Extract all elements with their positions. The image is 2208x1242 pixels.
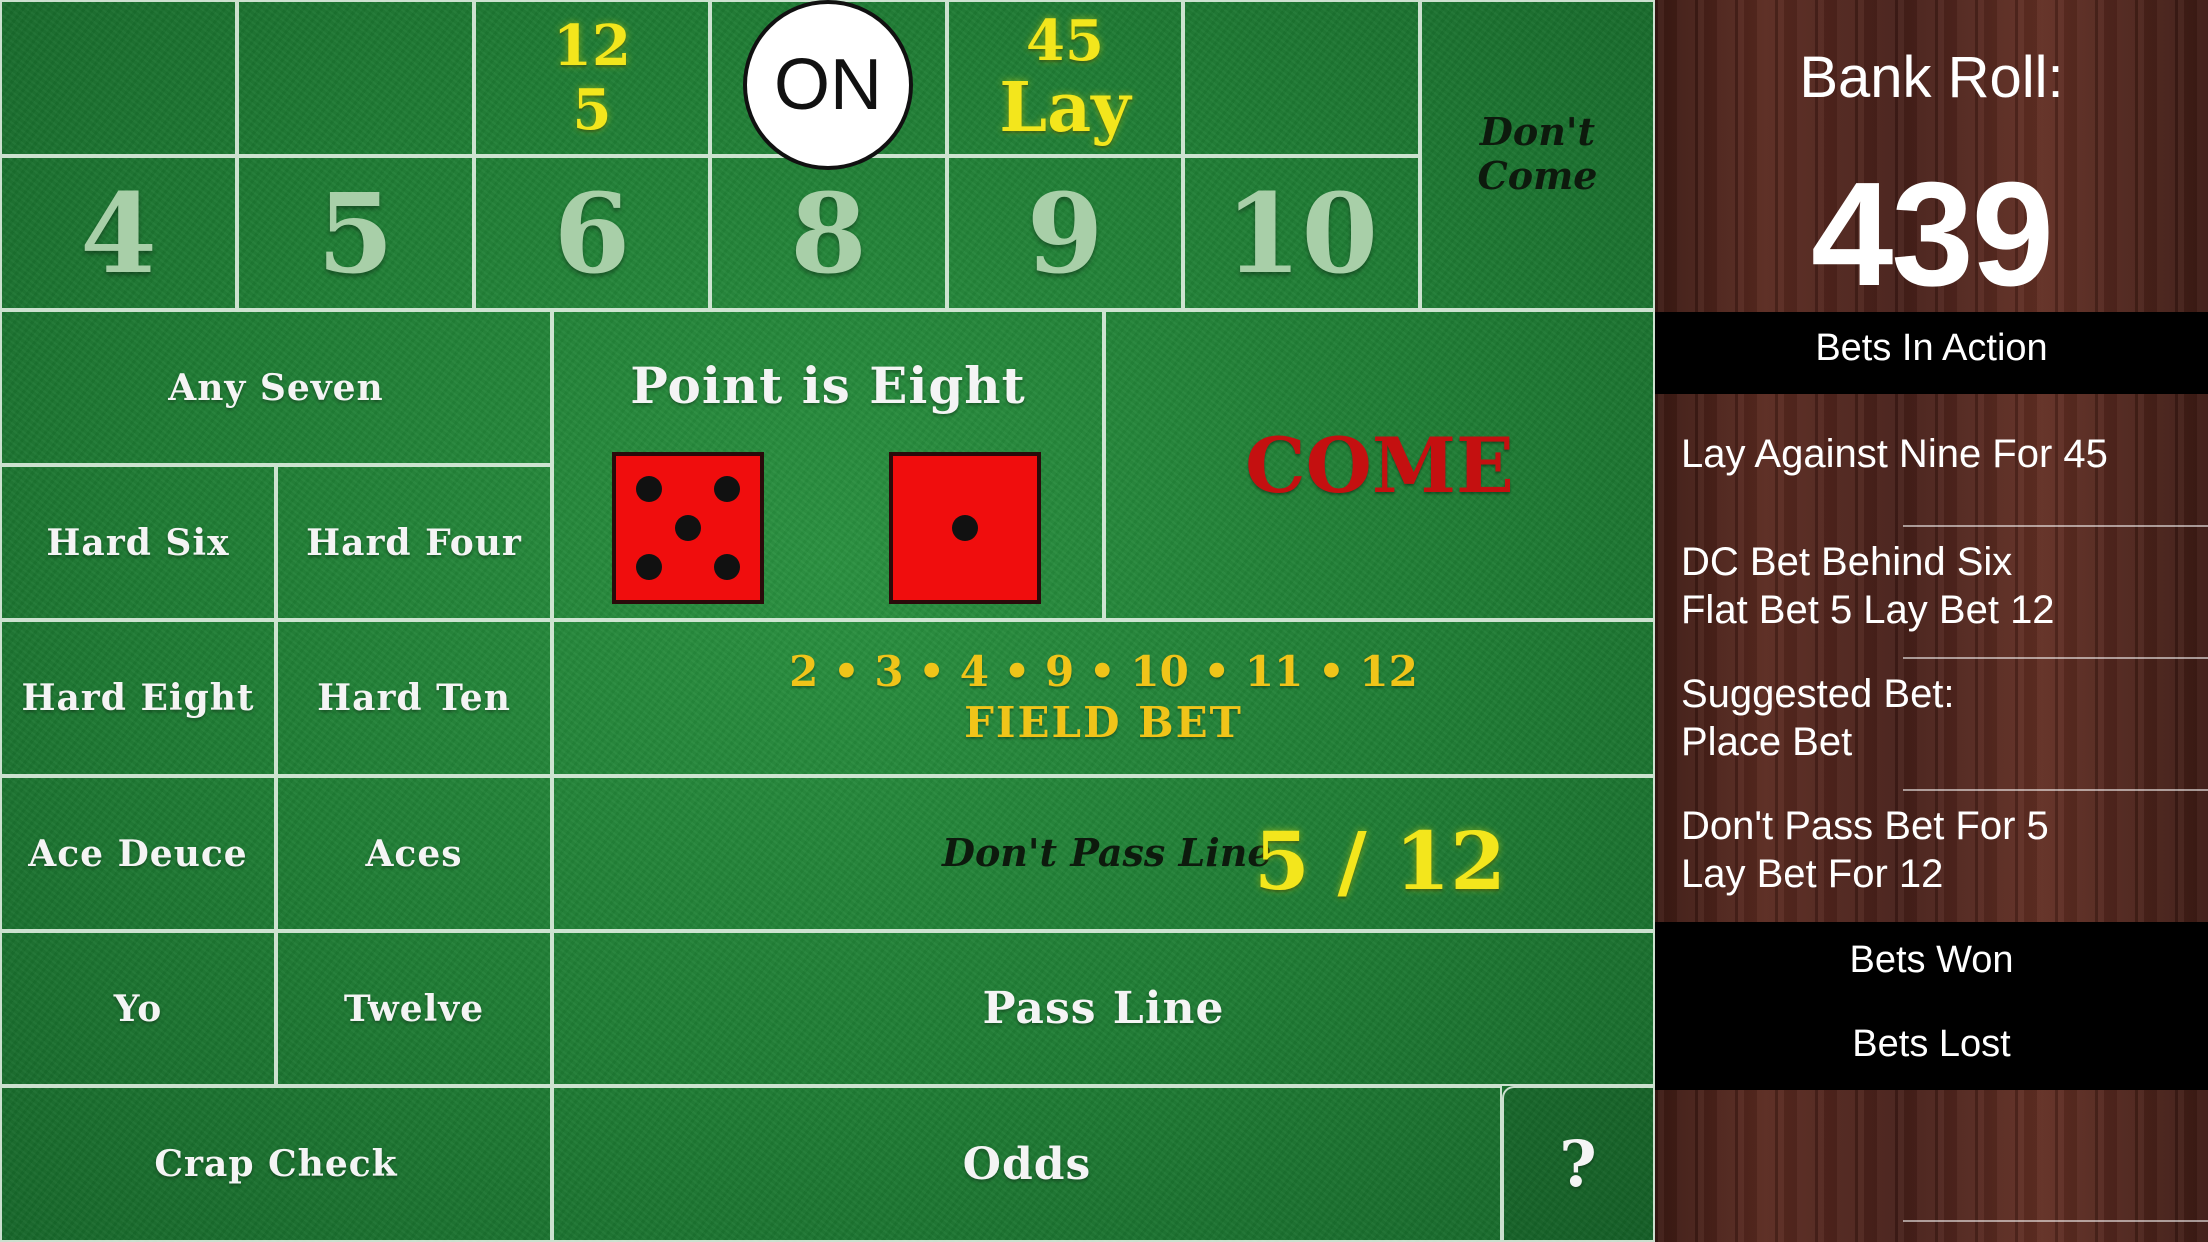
place-number-5[interactable]: 5 xyxy=(237,156,474,310)
aces-label: Aces xyxy=(365,832,463,875)
hard-six-bet[interactable]: Hard Six xyxy=(0,465,276,620)
pass-line-area[interactable]: Pass Line xyxy=(552,931,1655,1086)
divider xyxy=(1903,1220,2208,1222)
dont-pass-bet-amount: 5 / 12 xyxy=(1254,814,1506,908)
dont-pass-line-area[interactable]: Don't Pass Line 5 / 12 xyxy=(552,776,1655,931)
number-10-label: 10 xyxy=(1224,168,1379,298)
die-pip xyxy=(952,515,978,541)
bet-item-line: DC Bet Behind Six xyxy=(1681,540,2013,584)
hard-four-bet[interactable]: Hard Four xyxy=(276,465,552,620)
place-number-4[interactable]: 4 xyxy=(0,156,237,310)
place-5-bet-area[interactable] xyxy=(237,0,474,156)
crap-check-bet[interactable]: Crap Check xyxy=(0,1086,552,1242)
place-number-9[interactable]: 9 xyxy=(947,156,1183,310)
bankroll-value: 439 xyxy=(1811,152,2054,317)
place-6-bet-area[interactable]: 12 5 xyxy=(474,0,710,156)
come-label: COME xyxy=(1245,420,1514,510)
bet-item-line: Place Bet xyxy=(1681,720,1853,764)
sidebar: Bank Roll: 439 Bets In Action Lay Agains… xyxy=(1655,0,2208,1242)
bets-in-action-header: Bets In Action xyxy=(1655,312,2208,394)
odds-label: Odds xyxy=(962,1138,1092,1190)
number-5-label: 5 xyxy=(317,168,394,298)
number-9-label: 9 xyxy=(1026,168,1104,298)
number-4-label: 4 xyxy=(80,168,157,298)
twelve-bet[interactable]: Twelve xyxy=(276,931,552,1086)
suggested-bet: Suggested Bet: Place Bet xyxy=(1681,670,2191,766)
divider xyxy=(1903,789,2208,791)
bet-item-line: Lay Bet For 12 xyxy=(1681,852,1944,896)
die-2 xyxy=(889,452,1041,604)
number-6-label: 6 xyxy=(553,168,631,298)
bets-won-label: Bets Won xyxy=(1849,939,2014,981)
come-bet-area[interactable]: COME xyxy=(1104,310,1655,620)
dont-come-label: Don't Come xyxy=(1477,109,1598,198)
crap-check-label: Crap Check xyxy=(154,1143,398,1185)
twelve-label: Twelve xyxy=(343,987,485,1030)
bet-item-line: Don't Pass Bet For 5 xyxy=(1681,804,2049,848)
field-bet-area[interactable]: 2 • 3 • 4 • 9 • 10 • 11 • 12 FIELD BET xyxy=(552,620,1655,776)
any-seven-label: Any Seven xyxy=(168,366,384,409)
bet-item-line: Lay Against Nine For 45 xyxy=(1681,432,2108,476)
hard-eight-bet[interactable]: Hard Eight xyxy=(0,620,276,776)
dont-come-area[interactable]: Don't Come xyxy=(1420,0,1655,310)
help-button[interactable]: ? xyxy=(1502,1086,1655,1242)
bet-item: DC Bet Behind Six Flat Bet 5 Lay Bet 12 xyxy=(1681,538,2191,634)
place-number-10[interactable]: 10 xyxy=(1183,156,1420,310)
hard-six-label: Hard Six xyxy=(46,521,230,564)
die-pip xyxy=(636,554,662,580)
divider xyxy=(1903,525,2208,527)
yo-label: Yo xyxy=(113,987,163,1030)
bankroll-label: Bank Roll: xyxy=(1799,45,2064,110)
bet-item-line: Flat Bet 5 Lay Bet 12 xyxy=(1681,588,2055,632)
die-pip xyxy=(636,476,662,502)
place-number-8[interactable]: 8 xyxy=(710,156,947,310)
ace-deuce-bet[interactable]: Ace Deuce xyxy=(0,776,276,931)
point-puck: ON xyxy=(743,0,913,170)
field-numbers: 2 • 3 • 4 • 9 • 10 • 11 • 12 xyxy=(789,647,1418,696)
place-6-bet-amount: 12 xyxy=(553,13,631,79)
bets-lost-label: Bets Lost xyxy=(1852,1023,2011,1065)
bet-item-line: Suggested Bet: xyxy=(1681,672,1955,716)
place-6-flat-amount: 5 xyxy=(572,77,612,143)
die-pip xyxy=(714,476,740,502)
place-4-bet-area[interactable] xyxy=(0,0,237,156)
bet-item: Don't Pass Bet For 5 Lay Bet For 12 xyxy=(1681,802,2191,898)
aces-bet[interactable]: Aces xyxy=(276,776,552,931)
place-9-bet-area[interactable]: 45 Lay xyxy=(947,0,1183,156)
puck-label: ON xyxy=(774,45,882,125)
hard-ten-label: Hard Ten xyxy=(317,677,511,719)
ace-deuce-label: Ace Deuce xyxy=(28,832,248,875)
place-number-6[interactable]: 6 xyxy=(474,156,710,310)
yo-bet[interactable]: Yo xyxy=(0,931,276,1086)
die-pip xyxy=(714,554,740,580)
odds-bet-area[interactable]: Odds xyxy=(552,1086,1502,1242)
point-text: Point is Eight xyxy=(630,356,1026,415)
die-1 xyxy=(612,452,764,604)
pass-line-label: Pass Line xyxy=(982,983,1225,1034)
place-10-bet-area[interactable] xyxy=(1183,0,1420,156)
bet-item: Lay Against Nine For 45 xyxy=(1681,430,2191,478)
field-bet-label: FIELD BET xyxy=(964,698,1243,747)
dont-pass-label: Don't Pass Line xyxy=(942,830,1272,875)
die-pip xyxy=(675,515,701,541)
bets-won-lost-panel: Bets Won Bets Lost xyxy=(1655,922,2208,1090)
hard-four-label: Hard Four xyxy=(306,521,522,564)
lay-9-label: Lay xyxy=(999,68,1131,148)
number-8-label: 8 xyxy=(790,168,867,298)
any-seven-bet[interactable]: Any Seven xyxy=(0,310,552,465)
hard-eight-label: Hard Eight xyxy=(21,677,255,719)
divider xyxy=(1903,657,2208,659)
help-icon: ? xyxy=(1559,1126,1598,1202)
lay-9-bet-amount: 45 xyxy=(1026,8,1104,74)
hard-ten-bet[interactable]: Hard Ten xyxy=(276,620,552,776)
